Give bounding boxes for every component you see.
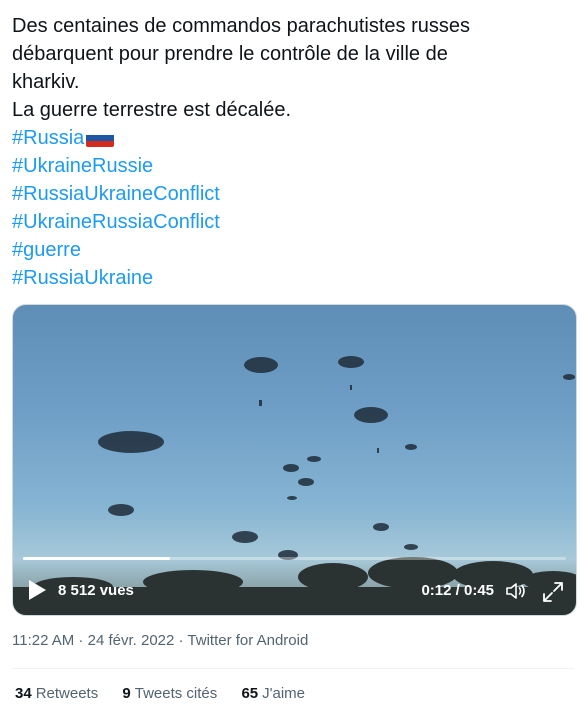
tweet-date[interactable]: 24 févr. 2022 xyxy=(88,632,175,649)
parachutes xyxy=(98,356,575,560)
hashtag-ukraine-russia-conflict[interactable]: #UkraineRussiaConflict xyxy=(12,208,572,236)
quotes-label: Tweets cités xyxy=(134,685,218,702)
tweet-line: Des centaines de commandos parachutistes… xyxy=(12,15,471,37)
likes-label: J'aime xyxy=(262,685,306,702)
retweets-stat[interactable]: 34 Retweets xyxy=(15,685,98,702)
meta-separator: · xyxy=(174,632,188,649)
tweet-line: débarquent pour prendre le contrôle de l… xyxy=(12,43,448,65)
view-count: 8 512 vues xyxy=(58,582,134,599)
retweets-label: Retweets xyxy=(35,685,99,702)
tweet-line: kharkiv. xyxy=(12,71,80,93)
meta-separator: · xyxy=(74,632,88,649)
quote-tweets-stat[interactable]: 9 Tweets cités xyxy=(122,685,217,702)
russia-flag-icon xyxy=(86,129,115,147)
progress-bar[interactable] xyxy=(23,557,566,560)
hashtag-russia-label: #Russia xyxy=(12,127,85,149)
likes-count: 65 xyxy=(241,685,259,702)
hashtag-russia-ukraine-conflict[interactable]: #RussiaUkraineConflict xyxy=(12,180,572,208)
video-time: 0:12 / 0:45 xyxy=(421,582,494,599)
tweet-time[interactable]: 11:22 AM xyxy=(12,632,74,649)
tweet-stats: 34 Retweets 9 Tweets cités 65 J'aime xyxy=(15,685,325,702)
play-icon[interactable] xyxy=(27,579,47,601)
progress-fill xyxy=(23,557,170,560)
retweets-count: 34 xyxy=(15,685,32,702)
tweet-text: Des centaines de commandos parachutistes… xyxy=(12,12,572,292)
hashtag-russia[interactable]: #Russia xyxy=(12,124,572,152)
video-player[interactable]: 8 512 vues 0:12 / 0:45 xyxy=(12,304,577,616)
hashtag-ukraine-russie[interactable]: #UkraineRussie xyxy=(12,152,572,180)
volume-icon[interactable] xyxy=(504,579,528,603)
quotes-count: 9 xyxy=(122,685,131,702)
tweet-line: La guerre terrestre est décalée. xyxy=(12,99,292,121)
divider xyxy=(12,668,574,669)
video-controls: 8 512 vues 0:12 / 0:45 xyxy=(13,553,576,615)
likes-stat[interactable]: 65 J'aime xyxy=(241,685,305,702)
hashtag-guerre[interactable]: #guerre xyxy=(12,236,572,264)
hashtag-russia-ukraine[interactable]: #RussiaUkraine xyxy=(12,264,572,292)
tweet-source[interactable]: Twitter for Android xyxy=(187,632,308,649)
tweet-meta: 11:22 AM · 24 févr. 2022 · Twitter for A… xyxy=(12,632,308,649)
fullscreen-icon[interactable] xyxy=(542,581,564,603)
